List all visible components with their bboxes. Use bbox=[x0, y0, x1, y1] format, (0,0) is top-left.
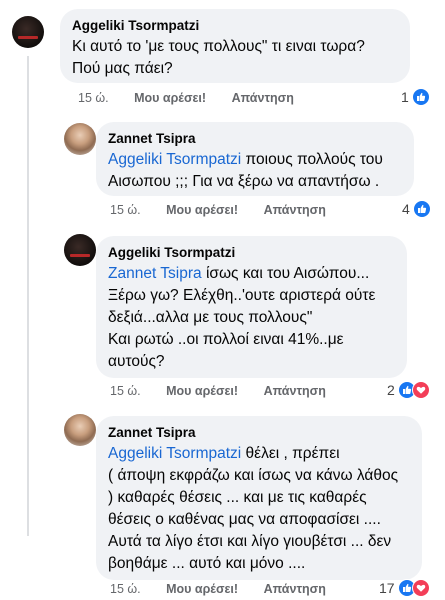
like-button[interactable]: Μου αρέσει! bbox=[134, 91, 206, 105]
reaction-count: 17 bbox=[379, 580, 395, 596]
comment: Zannet Tsipra Aggeliki Tsormpatzi ποιους… bbox=[0, 118, 445, 228]
comment-text-line: Πού μας πάει? bbox=[72, 60, 173, 77]
comment: Zannet Tsipra Aggeliki Tsormpatzi θέλει … bbox=[0, 410, 445, 600]
reactions[interactable]: 1 bbox=[401, 88, 430, 106]
comment-text-line: Zannet Tsipra ίσως και του Αισώπου... bbox=[108, 263, 395, 285]
comment-text-line: αυτούς? bbox=[108, 353, 165, 370]
comment-text: Aggeliki Tsormpatzi θέλει , πρέπει ( άπο… bbox=[108, 443, 410, 575]
like-button[interactable]: Μου αρέσει! bbox=[166, 203, 238, 217]
avatar[interactable] bbox=[64, 234, 96, 266]
comment-author[interactable]: Aggeliki Tsormpatzi bbox=[72, 17, 398, 35]
comment-time[interactable]: 15 ώ. bbox=[110, 203, 141, 217]
comment-text-line: Aggeliki Tsormpatzi ποιους πολλούς του bbox=[108, 149, 402, 171]
comment-text-line: ) καθαρές θέσεις ... και με τις καθαρές bbox=[108, 489, 367, 506]
comment: Aggeliki Tsormpatzi Κι αυτό το 'με τους … bbox=[0, 0, 445, 115]
reply-button[interactable]: Απάντηση bbox=[264, 582, 326, 596]
comment-actions: 15 ώ. Μου αρέσει! Απάντηση bbox=[110, 203, 348, 217]
comment-time[interactable]: 15 ώ. bbox=[110, 582, 141, 596]
love-icon bbox=[411, 579, 430, 597]
comment-text-line: Αυτά τα λίγο έτσι και λίγο γιουβέτσι ...… bbox=[108, 533, 392, 550]
comment-actions: 15 ώ. Μου αρέσει! Απάντηση bbox=[110, 384, 348, 398]
comment-text-segment: ίσως και του Αισώπου... bbox=[201, 265, 370, 282]
comment: Aggeliki Tsormpatzi Zannet Tsipra ίσως κ… bbox=[0, 230, 445, 410]
comment-time[interactable]: 15 ώ. bbox=[110, 384, 141, 398]
comment-author[interactable]: Aggeliki Tsormpatzi bbox=[108, 244, 395, 262]
comment-author[interactable]: Zannet Tsipra bbox=[108, 424, 410, 442]
comment-text-segment: ποιους πολλούς του bbox=[241, 151, 383, 168]
avatar[interactable] bbox=[12, 16, 44, 48]
comment-bubble: Zannet Tsipra Aggeliki Tsormpatzi ποιους… bbox=[96, 122, 414, 196]
comment-bubble: Aggeliki Tsormpatzi Zannet Tsipra ίσως κ… bbox=[96, 236, 407, 378]
comment-bubble: Zannet Tsipra Aggeliki Tsormpatzi θέλει … bbox=[96, 416, 422, 580]
comment-author[interactable]: Zannet Tsipra bbox=[108, 130, 402, 148]
comment-actions: 15 ώ. Μου αρέσει! Απάντηση bbox=[110, 582, 348, 596]
mention-link[interactable]: Aggeliki Tsormpatzi bbox=[108, 445, 241, 462]
avatar[interactable] bbox=[64, 123, 96, 155]
reply-button[interactable]: Απάντηση bbox=[264, 203, 326, 217]
comment-bubble: Aggeliki Tsormpatzi Κι αυτό το 'με τους … bbox=[60, 9, 410, 83]
comment-text: Zannet Tsipra ίσως και του Αισώπου... Ξέ… bbox=[108, 263, 395, 373]
avatar[interactable] bbox=[64, 414, 96, 446]
mention-link[interactable]: Aggeliki Tsormpatzi bbox=[108, 151, 241, 168]
comment-text-segment: θέλει , πρέπει bbox=[241, 445, 340, 462]
comment-time[interactable]: 15 ώ. bbox=[78, 91, 109, 105]
reply-button[interactable]: Απάντηση bbox=[264, 384, 326, 398]
reaction-count: 2 bbox=[387, 382, 395, 398]
reaction-count: 1 bbox=[401, 89, 409, 105]
reactions[interactable]: 17 bbox=[379, 579, 430, 597]
reaction-count: 4 bbox=[402, 201, 410, 217]
comment-text: Κι αυτό το 'με τους πολλους" τι ειναι τω… bbox=[72, 36, 398, 80]
reply-button[interactable]: Απάντηση bbox=[232, 91, 294, 105]
comment-text-line: βοηθάμε ... αυτό και μόνο .... bbox=[108, 555, 306, 572]
comment-text: Aggeliki Tsormpatzi ποιους πολλούς του Α… bbox=[108, 149, 402, 193]
comment-text-line: δεξιά...αλλα με τους πολλους" bbox=[108, 309, 313, 326]
comment-text-line: Ξέρω γω? Ελέχθη..'ουτε αριστερά ούτε bbox=[108, 287, 376, 304]
comment-text-line: Αισωπου ;;; Για να ξέρω να απαντήσω . bbox=[108, 173, 380, 190]
comment-text-line: Aggeliki Tsormpatzi θέλει , πρέπει bbox=[108, 443, 410, 465]
love-icon bbox=[411, 381, 430, 399]
like-icon bbox=[412, 200, 431, 218]
reactions[interactable]: 4 bbox=[402, 200, 431, 218]
comment-text-line: Κι αυτό το 'με τους πολλους" τι ειναι τω… bbox=[72, 38, 365, 55]
comment-text-line: ( άποψη εκφράζω και ίσως να κάνω λάθος bbox=[108, 467, 399, 484]
reactions[interactable]: 2 bbox=[387, 381, 430, 399]
like-button[interactable]: Μου αρέσει! bbox=[166, 582, 238, 596]
comment-actions: 15 ώ. Μου αρέσει! Απάντηση bbox=[78, 91, 316, 105]
mention-link[interactable]: Zannet Tsipra bbox=[108, 265, 202, 282]
like-icon bbox=[411, 88, 430, 106]
comment-text-line: θέσεις ο καθένας μας να αποφασίσει .... bbox=[108, 511, 381, 528]
comment-text-line: Και ρωτώ ..οι πολλοί ειναι 41%..με bbox=[108, 331, 344, 348]
like-button[interactable]: Μου αρέσει! bbox=[166, 384, 238, 398]
